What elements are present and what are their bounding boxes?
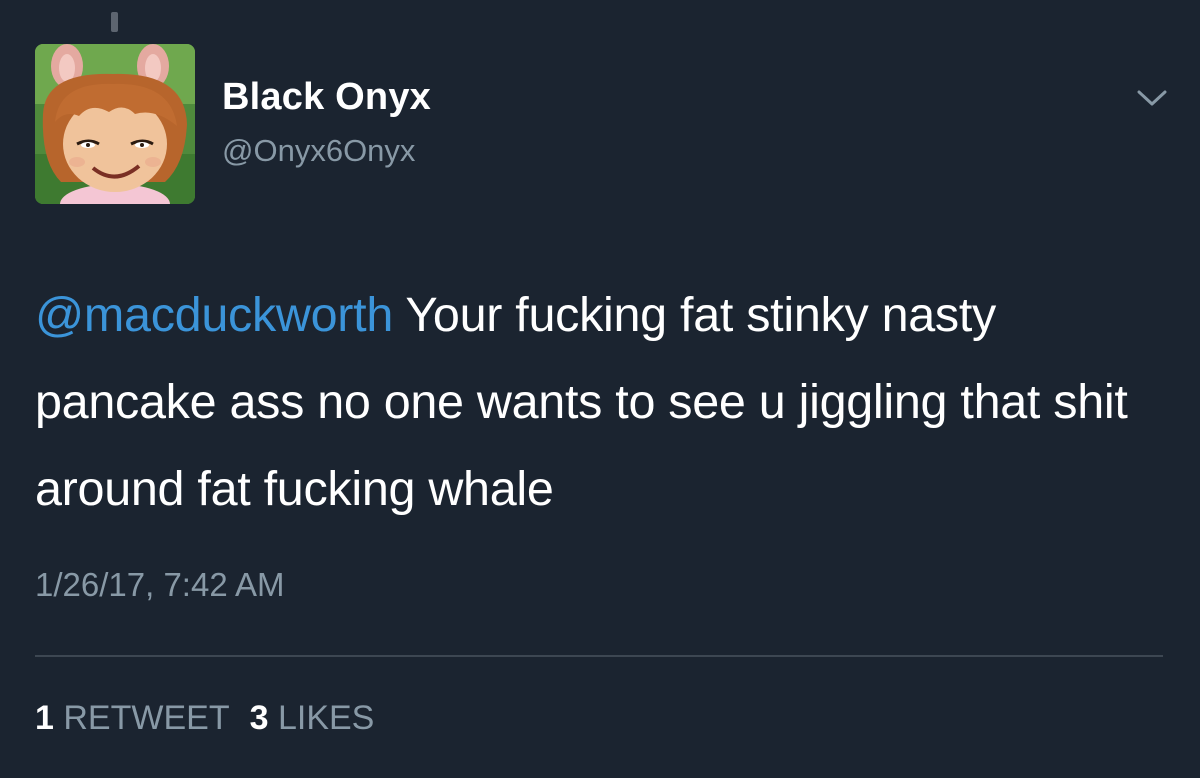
retweet-label: RETWEET <box>63 699 230 737</box>
engagement-stats: 1 RETWEET 3 LIKES <box>35 699 394 738</box>
retweets-stat[interactable]: 1 RETWEET <box>35 699 230 737</box>
tweet-card: Black Onyx @Onyx6Onyx @macduckworth Your… <box>0 0 1200 778</box>
retweet-count: 1 <box>35 699 54 737</box>
chevron-down-icon[interactable] <box>1134 84 1170 112</box>
like-count: 3 <box>249 699 269 737</box>
divider <box>35 655 1163 657</box>
like-label: LIKES <box>277 699 375 737</box>
mention-link[interactable]: @macduckworth <box>35 288 393 342</box>
likes-stat[interactable]: 3 LIKES <box>250 699 375 737</box>
tweet-timestamp[interactable]: 1/26/17, 7:42 AM <box>35 566 285 604</box>
display-name[interactable]: Black Onyx <box>222 76 431 119</box>
avatar-image <box>35 44 195 204</box>
avatar[interactable] <box>35 44 195 204</box>
user-handle[interactable]: @Onyx6Onyx <box>222 133 415 169</box>
tweet-text: @macduckworth Your fucking fat stinky na… <box>35 272 1175 533</box>
